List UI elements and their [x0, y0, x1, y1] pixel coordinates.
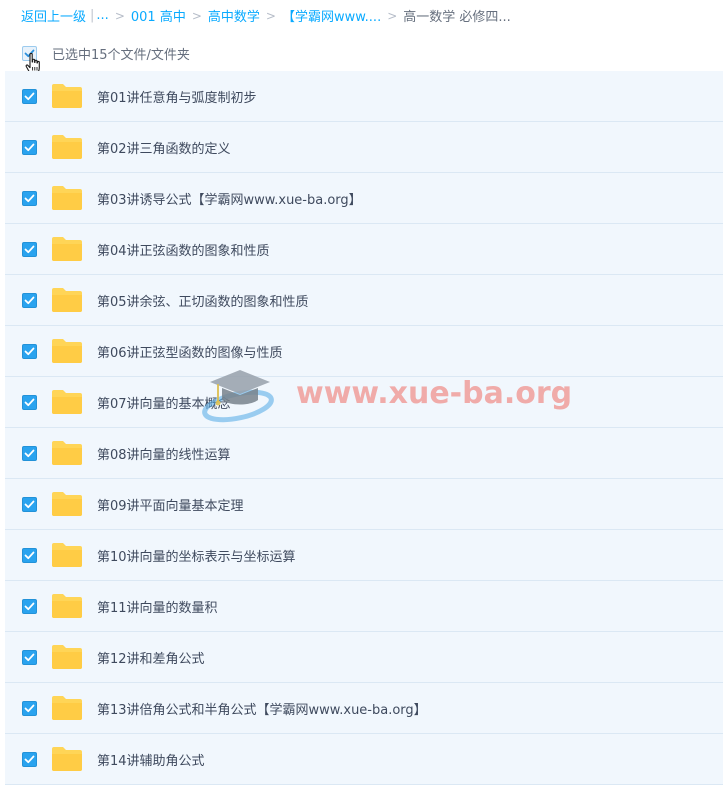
file-name[interactable]: 第06讲正弦型函数的图像与性质 — [97, 342, 283, 361]
file-row[interactable]: 第06讲正弦型函数的图像与性质 — [5, 326, 723, 377]
folder-icon — [52, 594, 82, 618]
file-row[interactable]: 第01讲任意角与弧度制初步 — [5, 71, 723, 122]
file-checkbox[interactable] — [22, 547, 37, 563]
breadcrumb-current: 高一数学 必修四... — [403, 10, 511, 25]
chevron-right-icon: > — [387, 8, 398, 23]
back-link[interactable]: 返回上一级 — [21, 6, 86, 25]
file-name[interactable]: 第03讲诱导公式【学霸网www.xue-ba.org】 — [97, 189, 362, 208]
file-row[interactable]: 第13讲倍角公式和半角公式【学霸网www.xue-ba.org】 — [5, 683, 723, 734]
folder-icon — [52, 390, 82, 414]
file-checkbox[interactable] — [22, 445, 37, 461]
check-icon — [24, 194, 35, 202]
file-row[interactable]: 第10讲向量的坐标表示与坐标运算 — [5, 530, 723, 581]
breadcrumb-item[interactable]: 001 高中 — [131, 6, 186, 25]
file-checkbox[interactable] — [22, 88, 37, 104]
breadcrumb: 返回上一级 | ... > 001 高中 > 高中数学 > 【学霸网www...… — [21, 0, 511, 31]
file-name[interactable]: 第04讲正弦函数的图象和性质 — [97, 240, 270, 259]
file-name[interactable]: 第08讲向量的线性运算 — [97, 444, 231, 463]
check-icon — [24, 602, 35, 610]
breadcrumb-ellipsis[interactable]: ... — [96, 8, 108, 23]
file-checkbox[interactable] — [22, 190, 37, 206]
file-checkbox[interactable] — [22, 700, 37, 716]
chevron-right-icon: > — [114, 8, 125, 23]
file-checkbox[interactable] — [22, 139, 37, 155]
check-icon — [24, 347, 35, 355]
folder-icon — [52, 135, 82, 159]
check-icon — [24, 704, 35, 712]
file-name[interactable]: 第13讲倍角公式和半角公式【学霸网www.xue-ba.org】 — [97, 699, 427, 718]
folder-icon — [52, 747, 82, 771]
folder-icon — [52, 441, 82, 465]
check-icon — [24, 551, 35, 559]
breadcrumb-divider: | — [90, 8, 95, 23]
check-icon — [24, 653, 35, 661]
file-name[interactable]: 第07讲向量的基本概念 — [97, 393, 231, 412]
check-icon — [24, 143, 35, 151]
file-row[interactable]: 第09讲平面向量基本定理 — [5, 479, 723, 530]
check-icon — [24, 92, 35, 100]
check-icon — [24, 245, 35, 253]
file-name[interactable]: 第05讲余弦、正切函数的图象和性质 — [97, 291, 309, 310]
chevron-right-icon: > — [265, 8, 276, 23]
file-checkbox[interactable] — [22, 241, 37, 257]
check-icon — [24, 755, 35, 763]
file-name[interactable]: 第11讲向量的数量积 — [97, 597, 218, 616]
check-icon — [24, 449, 35, 457]
file-name[interactable]: 第09讲平面向量基本定理 — [97, 495, 244, 514]
folder-icon — [52, 645, 82, 669]
file-checkbox[interactable] — [22, 394, 37, 410]
file-row[interactable]: 第08讲向量的线性运算 — [5, 428, 723, 479]
check-icon — [24, 398, 35, 406]
folder-icon — [52, 492, 82, 516]
select-all-bar: 已选中15个文件/文件夹 — [0, 36, 723, 70]
file-checkbox[interactable] — [22, 649, 37, 665]
breadcrumb-item[interactable]: 【学霸网www.... — [282, 6, 381, 25]
file-row[interactable]: 第12讲和差角公式 — [5, 632, 723, 683]
file-row[interactable]: 第03讲诱导公式【学霸网www.xue-ba.org】 — [5, 173, 723, 224]
breadcrumb-item[interactable]: 高中数学 — [208, 6, 260, 25]
file-name[interactable]: 第02讲三角函数的定义 — [97, 138, 231, 157]
file-name[interactable]: 第01讲任意角与弧度制初步 — [97, 87, 257, 106]
file-name[interactable]: 第12讲和差角公式 — [97, 648, 205, 667]
file-checkbox[interactable] — [22, 292, 37, 308]
folder-icon — [52, 186, 82, 210]
folder-icon — [52, 288, 82, 312]
file-row[interactable]: 第07讲向量的基本概念 — [5, 377, 723, 428]
file-row[interactable]: 第05讲余弦、正切函数的图象和性质 — [5, 275, 723, 326]
file-row[interactable]: 第02讲三角函数的定义 — [5, 122, 723, 173]
file-name[interactable]: 第10讲向量的坐标表示与坐标运算 — [97, 546, 296, 565]
file-checkbox[interactable] — [22, 751, 37, 767]
file-checkbox[interactable] — [22, 496, 37, 512]
check-icon — [24, 296, 35, 304]
file-checkbox[interactable] — [22, 598, 37, 614]
selection-count: 已选中15个文件/文件夹 — [52, 47, 190, 63]
file-list: 第01讲任意角与弧度制初步 第02讲三角函数的定义第03讲诱导公式【学霸网www.… — [5, 71, 723, 785]
file-name[interactable]: 第14讲辅助角公式 — [97, 750, 205, 769]
file-row[interactable]: 第14讲辅助角公式 — [5, 734, 723, 785]
file-checkbox[interactable] — [22, 343, 37, 359]
chevron-right-icon: > — [191, 8, 202, 23]
folder-icon — [52, 543, 82, 567]
file-row[interactable]: 第04讲正弦函数的图象和性质 — [5, 224, 723, 275]
folder-icon — [52, 696, 82, 720]
file-browser: 返回上一级 | ... > 001 高中 > 高中数学 > 【学霸网www...… — [0, 0, 723, 791]
folder-icon — [52, 237, 82, 261]
file-row[interactable]: 第11讲向量的数量积 — [5, 581, 723, 632]
folder-icon — [52, 339, 82, 363]
check-icon — [24, 500, 35, 508]
folder-icon — [52, 84, 82, 108]
